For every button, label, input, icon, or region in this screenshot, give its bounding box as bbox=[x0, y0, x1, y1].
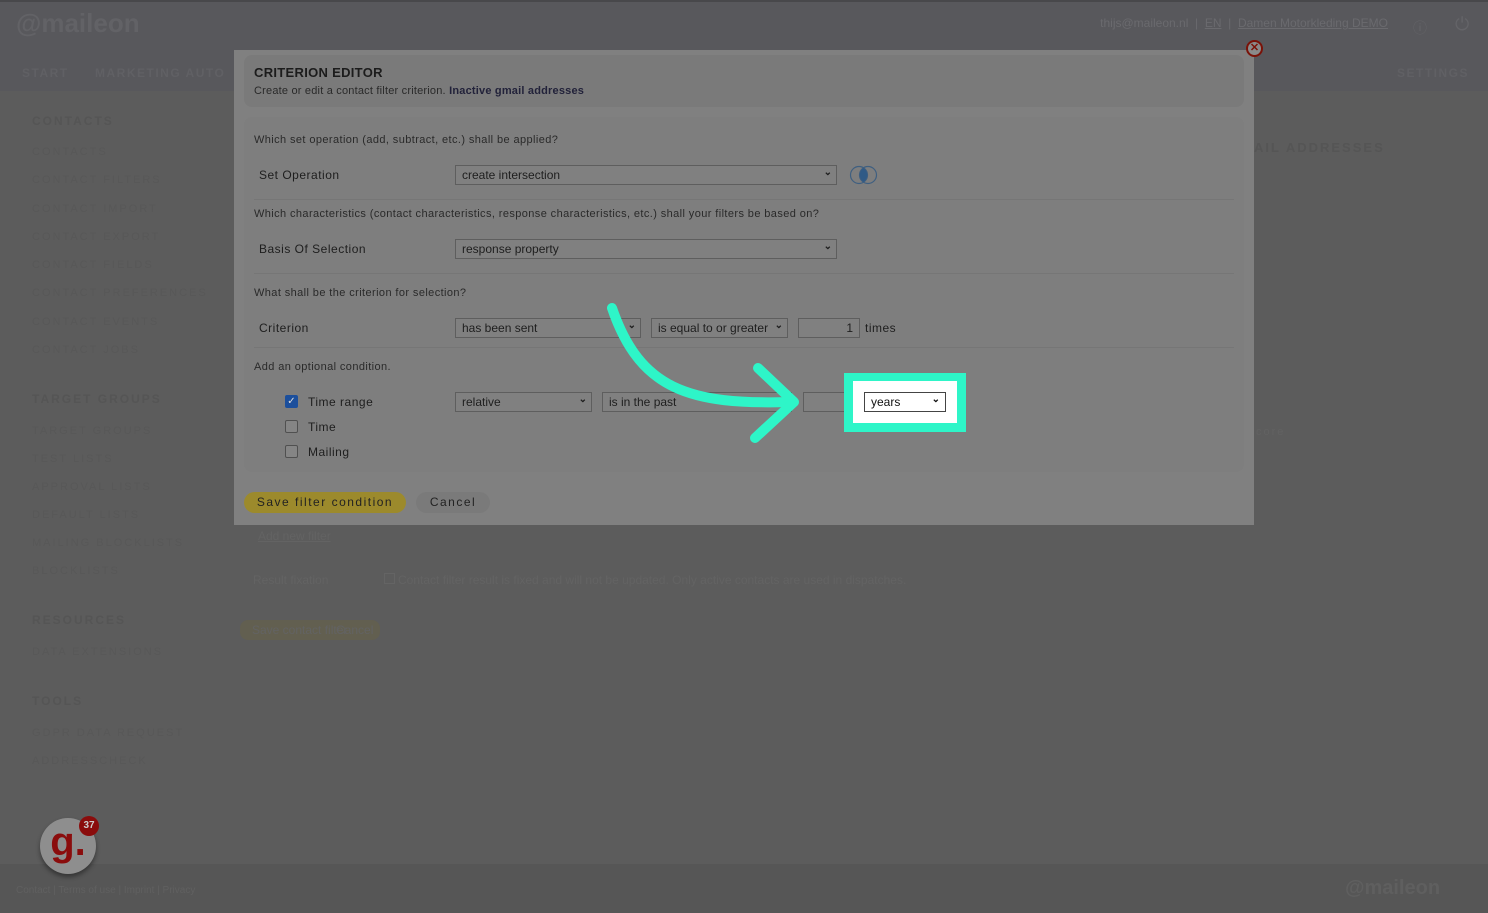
account-link[interactable]: Damen Motorkleding DEMO bbox=[1238, 16, 1388, 30]
sidebar-item[interactable]: GDPR DATA REQUEST bbox=[32, 727, 184, 739]
time-range-label: Time range bbox=[308, 395, 374, 409]
sidebar-item[interactable]: CONTACT IMPORT bbox=[32, 203, 158, 215]
modal-title: CRITERION EDITOR bbox=[254, 65, 383, 80]
chevron-down-icon: ⌄ bbox=[578, 394, 587, 405]
time-label: Time bbox=[308, 420, 337, 434]
footer-logo: @maileon bbox=[1345, 877, 1441, 899]
page-title: AIL ADDRESSES bbox=[1254, 140, 1385, 155]
result-fixation-text: Contact filter result is fixed and will … bbox=[398, 573, 907, 587]
sidebar-item[interactable]: CONTACT JOBS bbox=[32, 344, 140, 356]
time-mode-value: relative bbox=[462, 395, 501, 409]
sidebar-item[interactable]: CONTACT EVENTS bbox=[32, 316, 159, 328]
sidebar-heading-resources: RESOURCES bbox=[32, 613, 127, 627]
modal-subtitle: Create or edit a contact filter criterio… bbox=[254, 85, 1234, 97]
question-basis: Which characteristics (contact character… bbox=[254, 208, 820, 220]
nav-start[interactable]: START bbox=[22, 66, 69, 80]
set-operation-label: Set Operation bbox=[259, 168, 340, 182]
sidebar-heading-target-groups: TARGET GROUPS bbox=[32, 392, 162, 406]
chevron-down-icon: ⌄ bbox=[931, 394, 940, 405]
sidebar-item[interactable]: CONTACTS bbox=[32, 146, 108, 158]
time-range-checkbox[interactable]: ✓ bbox=[285, 395, 298, 408]
sidebar-item[interactable]: APPROVAL LISTS bbox=[32, 481, 152, 493]
question-criterion: What shall be the criterion for selectio… bbox=[254, 287, 467, 299]
divider bbox=[254, 273, 1234, 274]
language-link[interactable]: EN bbox=[1205, 16, 1222, 30]
criterion-value: has been sent bbox=[462, 321, 538, 335]
user-email: thijs@maileon.nl bbox=[1100, 16, 1189, 30]
sidebar-heading-contacts: CONTACTS bbox=[32, 114, 114, 128]
set-operation-select[interactable]: create intersection ⌄ bbox=[455, 165, 837, 185]
sidebar-item[interactable]: MAILING BLOCKLISTS bbox=[32, 537, 184, 549]
time-mode-select[interactable]: relative ⌄ bbox=[455, 392, 592, 412]
divider bbox=[254, 199, 1234, 200]
sidebar-item[interactable]: ADDRESSCHECK bbox=[32, 755, 148, 767]
sidebar-item[interactable]: TEST LISTS bbox=[32, 453, 114, 465]
basis-value: response property bbox=[462, 242, 559, 256]
info-icon[interactable]: ⓘ bbox=[1413, 18, 1427, 38]
sidebar-item[interactable]: DEFAULT LISTS bbox=[32, 509, 140, 521]
sidebar-item[interactable]: BLOCKLISTS bbox=[32, 565, 120, 577]
footer-links[interactable]: Contact | Terms of use | Imprint | Priva… bbox=[16, 885, 195, 896]
power-icon[interactable]: ⏻ bbox=[1455, 14, 1469, 35]
basis-of-selection-select[interactable]: response property ⌄ bbox=[455, 239, 837, 259]
background-cancel-button[interactable]: Cancel bbox=[336, 623, 373, 637]
arrow-pointer-icon bbox=[607, 303, 799, 443]
add-new-filter-link[interactable]: Add new filter bbox=[258, 529, 331, 543]
sidebar-item[interactable]: CONTACT FIELDS bbox=[32, 259, 154, 271]
basis-of-selection-label: Basis Of Selection bbox=[259, 242, 367, 256]
notification-count: 37 bbox=[79, 816, 99, 836]
filter-name: Inactive gmail addresses bbox=[449, 85, 585, 97]
nav-marketing-automation[interactable]: MARKETING AUTO bbox=[95, 66, 225, 80]
intersection-venn-icon bbox=[847, 165, 881, 190]
chevron-down-icon: ⌄ bbox=[823, 241, 832, 252]
user-line: thijs@maileon.nl | EN | Damen Motorkledi… bbox=[1100, 16, 1388, 30]
sidebar-heading-tools: TOOLS bbox=[32, 694, 84, 708]
maileon-logo[interactable]: @maileon bbox=[16, 8, 140, 39]
save-filter-condition-button[interactable]: Save filter condition bbox=[244, 492, 406, 513]
sidebar-item[interactable]: CONTACT PREFERENCES bbox=[32, 287, 208, 299]
result-fixation-checkbox[interactable] bbox=[384, 573, 395, 584]
score-heading: core bbox=[1256, 426, 1286, 438]
set-operation-value: create intersection bbox=[462, 168, 561, 182]
sidebar-item[interactable]: TARGET GROUPS bbox=[32, 425, 152, 437]
time-unit-select[interactable]: years ⌄ bbox=[864, 392, 946, 412]
modal-header: CRITERION EDITOR Create or edit a contac… bbox=[244, 55, 1244, 107]
question-optional-condition: Add an optional condition. bbox=[254, 361, 391, 373]
time-checkbox[interactable] bbox=[285, 420, 298, 433]
criterion-label: Criterion bbox=[259, 321, 309, 335]
footer bbox=[0, 864, 1488, 913]
chevron-down-icon: ⌄ bbox=[823, 167, 832, 178]
result-fixation-label: Result fixation bbox=[253, 573, 329, 587]
question-set-operation: Which set operation (add, subtract, etc.… bbox=[254, 134, 559, 146]
mailing-checkbox[interactable] bbox=[285, 445, 298, 458]
sidebar-item[interactable]: DATA EXTENSIONS bbox=[32, 646, 163, 658]
modal-description: Create or edit a contact filter criterio… bbox=[254, 85, 446, 97]
time-unit-value: years bbox=[871, 395, 901, 409]
times-label: times bbox=[865, 321, 897, 335]
nav-settings[interactable]: SETTINGS bbox=[1397, 66, 1469, 80]
cancel-button[interactable]: Cancel bbox=[416, 492, 490, 513]
mailing-label: Mailing bbox=[308, 445, 350, 459]
close-icon[interactable]: ✕ bbox=[1246, 40, 1263, 57]
sidebar-item[interactable]: CONTACT EXPORT bbox=[32, 231, 160, 243]
sidebar-item[interactable]: CONTACT FILTERS bbox=[32, 174, 162, 186]
